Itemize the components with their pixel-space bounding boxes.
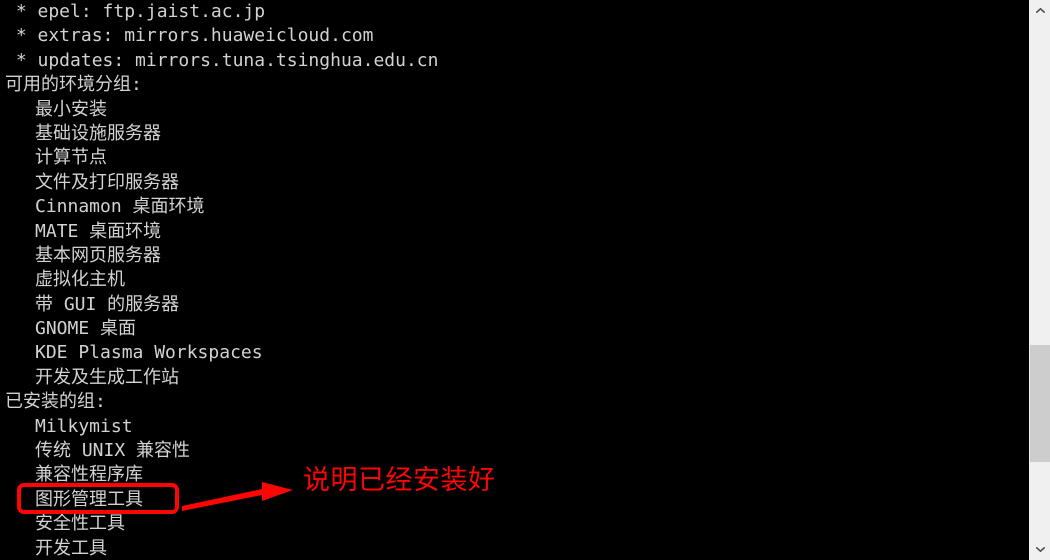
terminal-line-available-groups-header: 可用的环境分组: — [5, 74, 142, 96]
terminal-line-installed-groups-header: 已安装的组: — [5, 391, 106, 413]
terminal-line-installed-item: Milkymist — [35, 415, 133, 437]
terminal-line-group-item: 文件及打印服务器 — [35, 171, 179, 193]
terminal-line-group-item: 虚拟化主机 — [35, 269, 125, 291]
terminal-output[interactable]: * epel: ftp.jaist.ac.jp * extras: mirror… — [0, 0, 1029, 560]
chevron-down-icon — [1036, 547, 1045, 552]
terminal-line-group-item: KDE Plasma Workspaces — [35, 342, 263, 364]
terminal-line-group-item: Cinnamon 桌面环境 — [35, 196, 205, 218]
scrollbar-up-button[interactable] — [1030, 0, 1050, 21]
scrollbar-thumb[interactable] — [1030, 345, 1050, 462]
scrollbar-track[interactable] — [1030, 21, 1050, 539]
scrollbar-down-button[interactable] — [1030, 539, 1050, 560]
terminal-line-installed-item: 图形管理工具 — [35, 488, 143, 510]
terminal-line-group-item: MATE 桌面环境 — [35, 220, 162, 242]
screen-root: * epel: ftp.jaist.ac.jp * extras: mirror… — [0, 0, 1050, 560]
vertical-scrollbar[interactable] — [1029, 0, 1050, 560]
terminal-line: * updates: mirrors.tuna.tsinghua.edu.cn — [5, 49, 439, 71]
terminal-line-group-item: 带 GUI 的服务器 — [35, 293, 180, 315]
terminal-line-group-item: GNOME 桌面 — [35, 318, 137, 340]
terminal-line-group-item: 最小安装 — [35, 98, 107, 120]
terminal-line-group-item: 开发及生成工作站 — [35, 366, 179, 388]
terminal-line-installed-item: 兼容性程序库 — [35, 464, 143, 486]
chevron-up-icon — [1036, 8, 1045, 13]
terminal-line: * epel: ftp.jaist.ac.jp — [5, 1, 266, 22]
terminal-line-installed-item-development-tools: 开发工具 — [35, 537, 107, 559]
terminal-line: * extras: mirrors.huaweicloud.com — [5, 25, 374, 47]
terminal-line-group-item: 计算节点 — [35, 147, 107, 169]
terminal-line-group-item: 基础设施服务器 — [35, 122, 161, 144]
terminal-line-installed-item: 传统 UNIX 兼容性 — [35, 440, 191, 462]
terminal-line-group-item: 基本网页服务器 — [35, 244, 161, 266]
terminal-line-installed-item: 安全性工具 — [35, 513, 125, 535]
